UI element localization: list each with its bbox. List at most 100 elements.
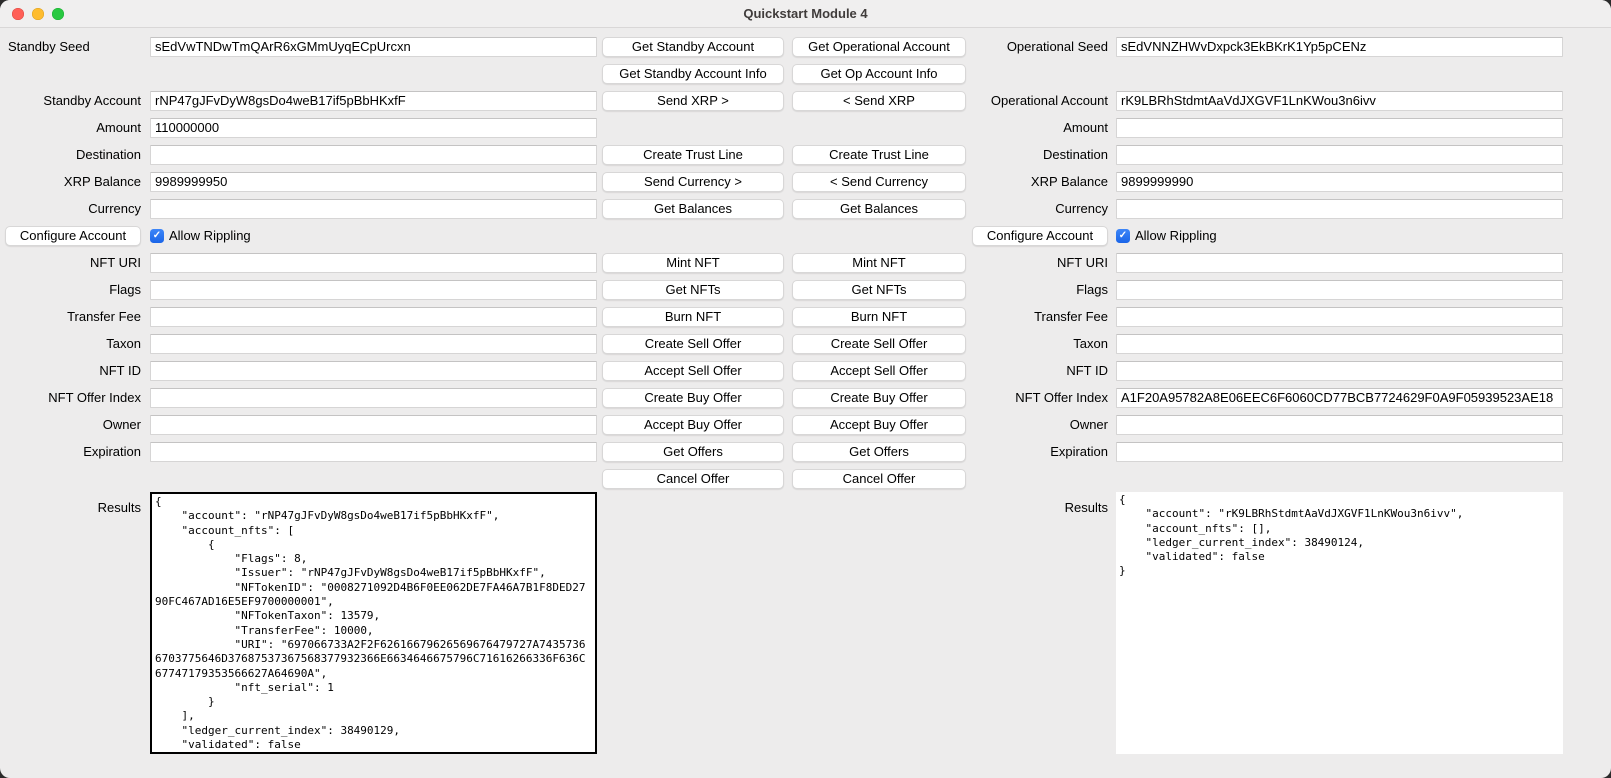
operational-account-input[interactable] xyxy=(1116,91,1563,111)
operational-amount-input[interactable] xyxy=(1116,118,1563,138)
operational-nft-offer-index-label: NFT Offer Index xyxy=(972,390,1112,405)
standby-cancel-offer-button[interactable]: Cancel Offer xyxy=(602,469,784,489)
standby-mint-nft-button[interactable]: Mint NFT xyxy=(602,253,784,273)
standby-accept-sell-offer-button[interactable]: Accept Sell Offer xyxy=(602,361,784,381)
operational-mint-nft-button[interactable]: Mint NFT xyxy=(792,253,966,273)
standby-expiration-input[interactable] xyxy=(150,442,597,462)
row-currency: Currency Get Balances Get Balances Curre… xyxy=(0,195,1611,222)
standby-transfer-fee-label: Transfer Fee xyxy=(0,309,146,324)
zoom-window-button[interactable] xyxy=(52,8,64,20)
standby-nft-uri-label: NFT URI xyxy=(0,255,146,270)
row-seed: Standby Seed Get Standby Account Get Ope… xyxy=(0,33,1611,60)
row-balance: XRP Balance Send Currency > < Send Curre… xyxy=(0,168,1611,195)
standby-taxon-label: Taxon xyxy=(0,336,146,351)
row-results: Results { "account": "rNP47gJFvDyW8gsDo4… xyxy=(0,492,1611,754)
standby-transfer-fee-input[interactable] xyxy=(150,307,597,327)
row-account: Standby Account Send XRP > < Send XRP Op… xyxy=(0,87,1611,114)
operational-balance-label: XRP Balance xyxy=(972,174,1112,189)
operational-expiration-label: Expiration xyxy=(972,444,1112,459)
operational-currency-label: Currency xyxy=(972,201,1112,216)
operational-get-offers-button[interactable]: Get Offers xyxy=(792,442,966,462)
standby-currency-input[interactable] xyxy=(150,199,597,219)
standby-seed-input[interactable] xyxy=(150,37,597,57)
operational-destination-label: Destination xyxy=(972,147,1112,162)
operational-seed-input[interactable] xyxy=(1116,37,1563,57)
standby-nft-id-input[interactable] xyxy=(150,361,597,381)
title-bar: Quickstart Module 4 xyxy=(0,0,1611,28)
standby-configure-account-button[interactable]: Configure Account xyxy=(5,226,141,246)
operational-send-xrp-button[interactable]: < Send XRP xyxy=(792,91,966,111)
get-standby-account-button[interactable]: Get Standby Account xyxy=(602,37,784,57)
standby-allow-rippling-label: Allow Rippling xyxy=(169,228,251,243)
row-transfer-fee: Transfer Fee Burn NFT Burn NFT Transfer … xyxy=(0,303,1611,330)
close-window-button[interactable] xyxy=(12,8,24,20)
standby-destination-input[interactable] xyxy=(150,145,597,165)
operational-accept-buy-offer-button[interactable]: Accept Buy Offer xyxy=(792,415,966,435)
standby-flags-label: Flags xyxy=(0,282,146,297)
operational-results-json: { "account": "rK9LBRhStdmtAaVdJXGVF1LnKW… xyxy=(1116,492,1563,580)
operational-balance-input[interactable] xyxy=(1116,172,1563,192)
row-cancel-offer: Cancel Offer Cancel Offer xyxy=(0,465,1611,492)
operational-get-nfts-button[interactable]: Get NFTs xyxy=(792,280,966,300)
standby-nft-id-label: NFT ID xyxy=(0,363,146,378)
operational-create-buy-offer-button[interactable]: Create Buy Offer xyxy=(792,388,966,408)
operational-results-textarea[interactable]: { "account": "rK9LBRhStdmtAaVdJXGVF1LnKW… xyxy=(1116,492,1563,754)
operational-allow-rippling-checkbox[interactable]: ✓ xyxy=(1116,229,1130,243)
operational-cancel-offer-button[interactable]: Cancel Offer xyxy=(792,469,966,489)
operational-create-sell-offer-button[interactable]: Create Sell Offer xyxy=(792,334,966,354)
get-standby-account-info-button[interactable]: Get Standby Account Info xyxy=(602,64,784,84)
standby-expiration-label: Expiration xyxy=(0,444,146,459)
operational-transfer-fee-input[interactable] xyxy=(1116,307,1563,327)
operational-destination-input[interactable] xyxy=(1116,145,1563,165)
row-expiration: Expiration Get Offers Get Offers Expirat… xyxy=(0,438,1611,465)
operational-accept-sell-offer-button[interactable]: Accept Sell Offer xyxy=(792,361,966,381)
operational-nft-uri-input[interactable] xyxy=(1116,253,1563,273)
operational-nft-id-input[interactable] xyxy=(1116,361,1563,381)
operational-account-label: Operational Account xyxy=(972,93,1112,108)
standby-send-currency-button[interactable]: Send Currency > xyxy=(602,172,784,192)
operational-nft-id-label: NFT ID xyxy=(972,363,1112,378)
standby-seed-label: Standby Seed xyxy=(0,39,146,54)
standby-create-sell-offer-button[interactable]: Create Sell Offer xyxy=(602,334,784,354)
standby-owner-input[interactable] xyxy=(150,415,597,435)
operational-transfer-fee-label: Transfer Fee xyxy=(972,309,1112,324)
standby-create-trust-line-button[interactable]: Create Trust Line xyxy=(602,145,784,165)
operational-taxon-input[interactable] xyxy=(1116,334,1563,354)
standby-amount-input[interactable] xyxy=(150,118,597,138)
standby-balance-label: XRP Balance xyxy=(0,174,146,189)
standby-account-label: Standby Account xyxy=(0,93,146,108)
operational-owner-input[interactable] xyxy=(1116,415,1563,435)
standby-accept-buy-offer-button[interactable]: Accept Buy Offer xyxy=(602,415,784,435)
standby-results-textarea[interactable]: { "account": "rNP47gJFvDyW8gsDo4weB17if5… xyxy=(150,492,597,754)
standby-account-input[interactable] xyxy=(150,91,597,111)
standby-burn-nft-button[interactable]: Burn NFT xyxy=(602,307,784,327)
standby-owner-label: Owner xyxy=(0,417,146,432)
standby-create-buy-offer-button[interactable]: Create Buy Offer xyxy=(602,388,784,408)
standby-get-balances-button[interactable]: Get Balances xyxy=(602,199,784,219)
standby-get-nfts-button[interactable]: Get NFTs xyxy=(602,280,784,300)
row-nft-offer-index: NFT Offer Index Create Buy Offer Create … xyxy=(0,384,1611,411)
standby-destination-label: Destination xyxy=(0,147,146,162)
standby-allow-rippling-checkbox[interactable]: ✓ xyxy=(150,229,164,243)
standby-flags-input[interactable] xyxy=(150,280,597,300)
operational-get-balances-button[interactable]: Get Balances xyxy=(792,199,966,219)
standby-balance-input[interactable] xyxy=(150,172,597,192)
operational-nft-offer-index-input[interactable] xyxy=(1116,388,1563,408)
standby-get-offers-button[interactable]: Get Offers xyxy=(602,442,784,462)
get-op-account-info-button[interactable]: Get Op Account Info xyxy=(792,64,966,84)
operational-expiration-input[interactable] xyxy=(1116,442,1563,462)
operational-send-currency-button[interactable]: < Send Currency xyxy=(792,172,966,192)
operational-burn-nft-button[interactable]: Burn NFT xyxy=(792,307,966,327)
operational-flags-input[interactable] xyxy=(1116,280,1563,300)
standby-currency-label: Currency xyxy=(0,201,146,216)
operational-currency-input[interactable] xyxy=(1116,199,1563,219)
minimize-window-button[interactable] xyxy=(32,8,44,20)
standby-send-xrp-button[interactable]: Send XRP > xyxy=(602,91,784,111)
get-operational-account-button[interactable]: Get Operational Account xyxy=(792,37,966,57)
operational-create-trust-line-button[interactable]: Create Trust Line xyxy=(792,145,966,165)
operational-allow-rippling-label: Allow Rippling xyxy=(1135,228,1217,243)
operational-configure-account-button[interactable]: Configure Account xyxy=(972,226,1108,246)
standby-nft-uri-input[interactable] xyxy=(150,253,597,273)
standby-taxon-input[interactable] xyxy=(150,334,597,354)
standby-nft-offer-index-input[interactable] xyxy=(150,388,597,408)
